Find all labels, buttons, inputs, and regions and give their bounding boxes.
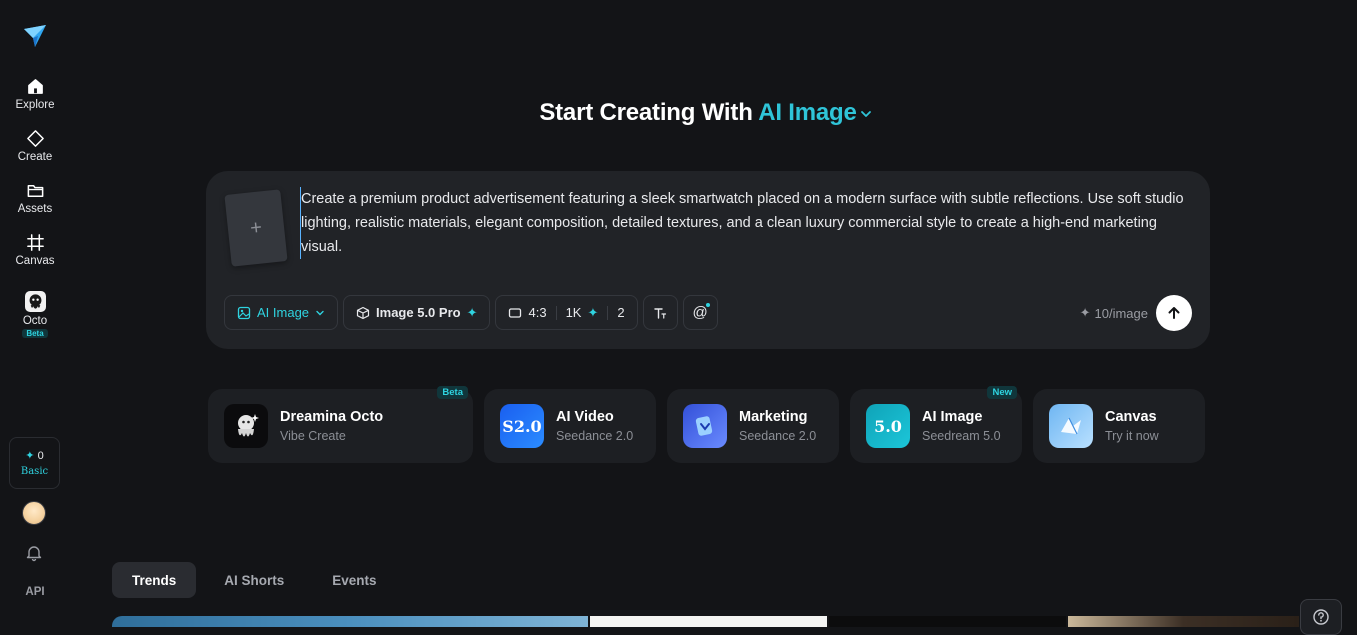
generate-button[interactable] [1156,295,1192,331]
frame-icon [26,234,44,251]
canvas-app-icon [1049,404,1093,448]
diamond-icon [26,130,44,147]
user-avatar[interactable] [22,501,46,525]
card-ai-image[interactable]: 5.0 AI Image Seedream 5.0 New [850,386,1022,463]
aspect-ratio-icon [509,307,522,318]
card-title: Dreamina Octo [280,409,384,425]
marketing-app-icon [683,404,727,448]
video-app-icon: S2.0 [500,404,544,448]
beta-badge: Beta [22,329,48,338]
icon-text: 5.0 [874,416,902,436]
count-value: 2 [617,305,625,320]
at-icon: @ [692,304,708,321]
mode-dropdown-label: AI Image [257,305,310,320]
new-badge: New [987,386,1017,399]
card-subtitle: Try it now [1105,429,1159,443]
card-title: Canvas [1105,409,1157,425]
chevron-down-icon [860,110,871,117]
prompt-toolbar: AI Image Image 5.0 Pro ✦ 4:3 1K ✦ 2 @ [224,295,718,330]
mode-dropdown[interactable]: AI Image [224,295,339,330]
sidebar-item-canvas[interactable]: Canvas [0,233,70,267]
gallery-thumbnail[interactable] [829,616,1066,627]
card-title: AI Video [556,409,614,425]
card-subtitle: Seedance 2.0 [739,429,817,443]
sidebar-item-label: Octo [22,315,48,327]
chevron-down-icon [316,310,324,315]
mode-selector[interactable]: AI Image [758,99,872,126]
beta-badge: Beta [437,386,468,399]
sidebar-item-label: Canvas [15,255,55,267]
image-app-icon: 5.0 [866,404,910,448]
sparkle-icon: ✦ [1079,305,1091,320]
card-subtitle: Vibe Create [280,429,346,443]
title-prefix: Start Creating With [539,99,753,126]
cost-label: 10/image [1094,305,1148,321]
gallery-thumbnail[interactable] [112,616,588,627]
home-icon [27,79,43,94]
credits-count: ✦ 0 [25,449,43,462]
question-icon [1313,609,1329,625]
bell-icon[interactable] [25,544,43,562]
sidebar: Explore Create Assets Canvas Octo Beta ✦… [0,0,70,627]
text-icon [654,307,667,319]
divider [607,305,609,320]
credits-widget[interactable]: ✦ 0 Basic [9,437,60,489]
prompt-input[interactable]: Create a premium product advertisement f… [300,187,1196,259]
resolution-value: 1K [565,305,582,320]
folder-icon [27,184,43,197]
plan-label: Basic [20,466,49,477]
image-icon [237,306,251,319]
octo-app-icon [224,404,268,448]
mention-button[interactable]: @ [682,295,718,330]
model-selector[interactable]: Image 5.0 Pro ✦ [343,295,491,330]
card-title: AI Image [922,409,983,425]
api-link[interactable]: API [0,586,70,598]
card-subtitle: Seedance 2.0 [556,429,634,443]
sidebar-item-octo[interactable]: Octo Beta [0,291,70,338]
notification-dot [705,303,710,307]
paper-plane-logo-icon[interactable] [22,23,48,49]
arrow-up-icon [1168,307,1180,319]
tab-events[interactable]: Events [312,562,396,598]
sidebar-item-create[interactable]: Create [0,129,70,163]
tab-trends[interactable]: Trends [112,562,197,598]
sparkle-icon: ✦ [466,304,478,320]
sidebar-item-label: Create [17,151,53,163]
octo-icon [24,291,46,312]
sparkle-icon: ✦ [25,450,35,462]
gallery-thumbnail[interactable] [590,616,827,627]
mode-label: AI Image [758,99,857,126]
icon-text: S2.0 [502,416,542,436]
upload-reference-button[interactable]: + [224,189,288,267]
sidebar-item-assets[interactable]: Assets [0,181,70,215]
card-title: Marketing [739,409,808,425]
card-subtitle: Seedream 5.0 [922,429,1001,443]
text-style-button[interactable] [642,295,678,330]
credits-value: 0 [37,450,44,462]
card-canvas[interactable]: Canvas Try it now [1033,389,1205,463]
content-tabs: Trends AI Shorts Events [112,562,397,598]
card-ai-video[interactable]: S2.0 AI Video Seedance 2.0 [484,389,656,463]
sidebar-item-label: Assets [17,203,53,215]
prompt-panel: + Create a premium product advertisement… [206,171,1210,349]
model-label: Image 5.0 Pro [376,305,461,320]
card-marketing[interactable]: Marketing Seedance 2.0 [667,389,839,463]
help-button[interactable] [1300,599,1342,635]
divider [555,305,557,320]
cube-icon [356,306,370,319]
tab-ai-shorts[interactable]: AI Shorts [204,562,304,598]
sparkle-icon: ✦ [587,304,599,320]
ratio-value: 4:3 [528,305,547,320]
cost-indicator: ✦ 10/image [1080,305,1148,321]
page-title: Start Creating With AI Image [0,99,1357,127]
card-dreamina-octo[interactable]: Dreamina Octo Vibe Create Beta [208,386,473,463]
plus-icon: + [248,215,263,240]
gallery-thumbnail[interactable] [1068,616,1299,627]
output-settings[interactable]: 4:3 1K ✦ 2 [495,295,638,330]
